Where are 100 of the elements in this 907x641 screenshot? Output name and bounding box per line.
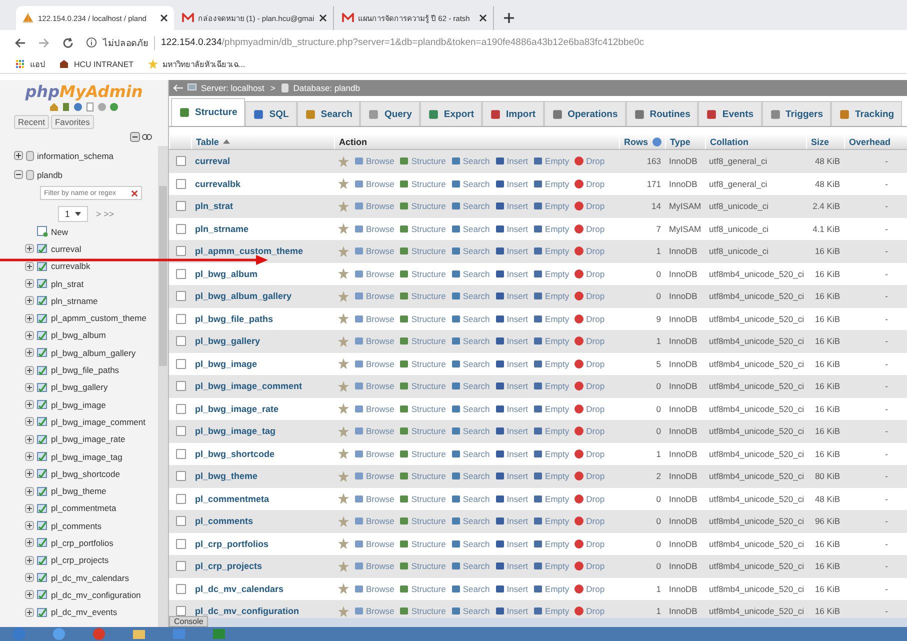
action-link[interactable]: Insert: [494, 156, 528, 166]
table-name[interactable]: currevalbk: [51, 261, 90, 272]
action-link[interactable]: Drop: [574, 224, 605, 234]
expander-icon[interactable]: [25, 521, 34, 530]
action-link[interactable]: Empty: [533, 156, 570, 166]
action-link[interactable]: Browse: [354, 494, 394, 504]
table-name-link[interactable]: pl_bwg_image_tag: [195, 426, 276, 436]
action-link[interactable]: Structure: [399, 246, 446, 256]
table-name[interactable]: pl_bwg_image: [51, 400, 106, 410]
table-name-link[interactable]: pl_bwg_image: [195, 358, 258, 369]
collapse-icon[interactable]: [130, 132, 140, 142]
expander-icon[interactable]: [25, 262, 34, 271]
action-link[interactable]: Insert: [494, 606, 528, 616]
action-link[interactable]: Empty: [533, 246, 570, 256]
action-link[interactable]: Structure: [399, 314, 446, 324]
table-name-link[interactable]: pl_bwg_album: [195, 268, 258, 279]
row-checkbox[interactable]: [176, 404, 186, 414]
column-header[interactable]: Table: [191, 134, 334, 149]
action-link[interactable]: Browse: [354, 606, 394, 616]
action-link[interactable]: Insert: [494, 314, 528, 324]
action-link[interactable]: Search: [450, 606, 490, 616]
favorite-star-icon[interactable]: [338, 403, 349, 414]
action-link[interactable]: Insert: [494, 268, 528, 279]
action-link[interactable]: Search: [450, 268, 490, 279]
favorite-star-icon[interactable]: [338, 290, 349, 302]
action-link[interactable]: Browse: [354, 404, 394, 414]
pager-links[interactable]: > >>: [96, 209, 114, 219]
nav-tab[interactable]: Import: [482, 101, 544, 126]
action-link[interactable]: Browse: [354, 178, 394, 189]
table-name[interactable]: pl_crp_portfolios: [51, 538, 114, 548]
action-link[interactable]: Insert: [494, 336, 528, 346]
action-link[interactable]: Search: [450, 584, 490, 594]
row-checkbox[interactable]: [176, 201, 186, 212]
action-link[interactable]: Empty: [533, 448, 570, 459]
column-header[interactable]: Type: [665, 134, 705, 149]
expander-icon[interactable]: [25, 296, 34, 306]
action-link[interactable]: Insert: [494, 381, 528, 392]
action-link[interactable]: Search: [450, 246, 490, 256]
action-link[interactable]: Browse: [354, 201, 394, 212]
action-link[interactable]: Search: [450, 156, 490, 166]
new-tab-icon[interactable]: [504, 13, 514, 23]
console-tab[interactable]: Console: [169, 616, 208, 627]
nav-tab[interactable]: Events: [698, 101, 762, 126]
action-link[interactable]: Insert: [494, 426, 528, 436]
table-name[interactable]: pl_dc_mv_calendars: [51, 572, 129, 583]
action-link[interactable]: Drop: [574, 404, 605, 414]
action-link[interactable]: Drop: [574, 494, 605, 504]
action-link[interactable]: Structure: [399, 426, 446, 436]
row-checkbox[interactable]: [176, 538, 186, 549]
row-checkbox[interactable]: [176, 156, 186, 166]
action-link[interactable]: Structure: [399, 178, 446, 189]
row-checkbox[interactable]: [176, 224, 186, 234]
action-link[interactable]: Empty: [533, 494, 570, 504]
action-link[interactable]: Drop: [574, 381, 605, 392]
table-name-link[interactable]: pl_bwg_theme: [195, 471, 258, 482]
action-link[interactable]: Search: [450, 381, 490, 392]
action-link[interactable]: Structure: [399, 606, 446, 616]
action-link[interactable]: Insert: [494, 291, 528, 302]
expander-icon[interactable]: [25, 417, 34, 426]
action-link[interactable]: Search: [450, 448, 490, 459]
action-link[interactable]: Empty: [533, 471, 570, 482]
action-link[interactable]: Structure: [399, 538, 446, 549]
action-link[interactable]: Browse: [354, 448, 394, 459]
expander-icon[interactable]: [25, 469, 34, 478]
action-link[interactable]: Search: [450, 538, 490, 549]
action-link[interactable]: Structure: [399, 471, 446, 482]
favorite-star-icon[interactable]: [338, 426, 349, 437]
action-link[interactable]: Drop: [574, 471, 605, 482]
action-link[interactable]: Browse: [354, 336, 394, 346]
row-checkbox[interactable]: [176, 336, 186, 346]
nav-tab[interactable]: Structure: [171, 98, 246, 126]
action-link[interactable]: Search: [450, 224, 490, 234]
action-link[interactable]: Empty: [533, 584, 570, 594]
start-button[interactable]: [12, 627, 26, 641]
column-header[interactable]: Size: [806, 134, 844, 149]
favorite-star-icon[interactable]: [338, 178, 349, 190]
action-link[interactable]: Structure: [399, 156, 446, 166]
favorite-star-icon[interactable]: [338, 156, 349, 167]
expander-icon[interactable]: [25, 382, 34, 392]
action-link[interactable]: Browse: [354, 246, 394, 256]
nav-tab[interactable]: Triggers: [762, 101, 832, 126]
row-checkbox[interactable]: [176, 178, 186, 189]
table-name[interactable]: pl_bwg_image_comment: [51, 416, 146, 427]
home-icon[interactable]: [49, 102, 59, 112]
table-name-link[interactable]: pl_bwg_image_comment: [195, 381, 302, 392]
column-header[interactable]: Action: [334, 134, 619, 149]
action-link[interactable]: Browse: [354, 584, 394, 594]
table-name-link[interactable]: pl_commentmeta: [195, 494, 270, 504]
table-name[interactable]: curreval: [51, 244, 82, 254]
table-name[interactable]: pln_strname: [51, 296, 98, 306]
table-name-link[interactable]: pl_dc_mv_configuration: [195, 606, 300, 616]
link-icon[interactable]: [142, 134, 152, 140]
favorite-star-icon[interactable]: [338, 448, 349, 460]
action-link[interactable]: Drop: [574, 336, 605, 346]
table-name[interactable]: pl_comments: [51, 520, 102, 531]
action-link[interactable]: Empty: [533, 268, 570, 279]
folder-icon[interactable]: [132, 627, 146, 641]
column-header[interactable]: Rows: [619, 134, 665, 149]
address-bar[interactable]: ไม่ปลอดภัย 122.154.0.234/phpmyadmin/db_structure.php?server=1&db=plandb&token=a190fe4886a43b12e6ba83fc412bbe0c: [86, 32, 907, 52]
expander-icon[interactable]: [25, 556, 34, 565]
